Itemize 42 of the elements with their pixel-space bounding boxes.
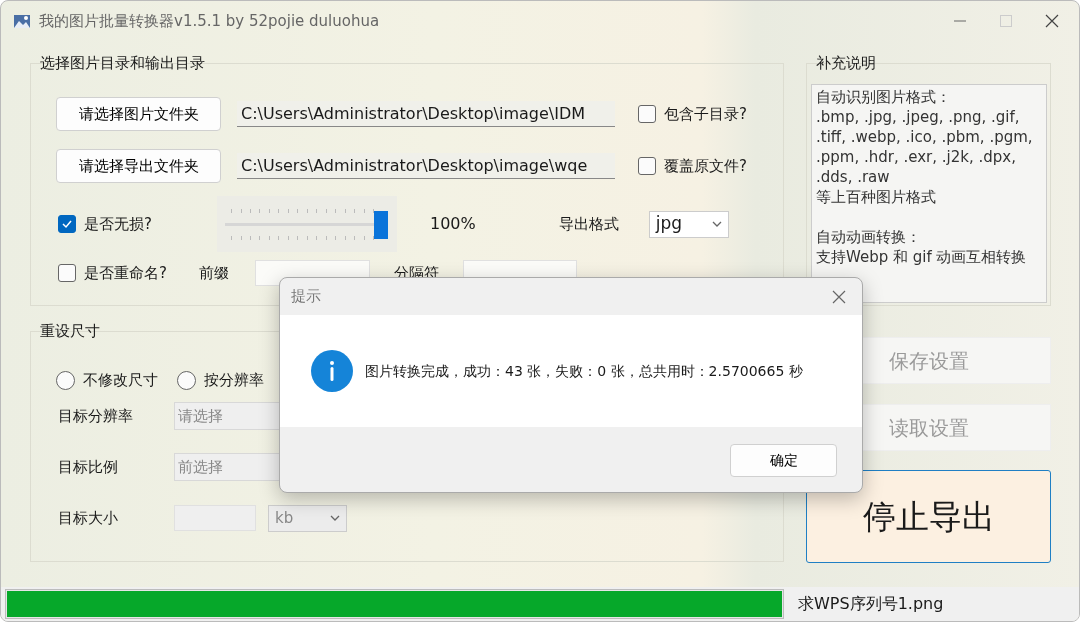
action-button[interactable]: 停止导出 xyxy=(806,470,1051,563)
notes-text: 自动识别图片格式： .bmp, .jpg, .jpeg, .png, .gif, .tiff, .webp, .ico, .pbm, .pgm, .ppm, .hdr, .exr, .j2k, .dpx, .dds, .raw 等上百种图片格式 自动动画转换： 支持Webp 和 gif 动画互相转换 xyxy=(811,84,1047,303)
check-icon xyxy=(61,218,73,230)
radio-label: 不修改尺寸 xyxy=(83,369,158,391)
quality-reading: 100% xyxy=(429,213,476,235)
checkbox-label: 是否重命名? xyxy=(84,262,167,284)
chevron-icon xyxy=(330,515,340,521)
field-label: 目标大小 xyxy=(58,507,119,529)
prefix-label: 前缀 xyxy=(198,262,229,284)
quality-slider[interactable] xyxy=(216,196,397,252)
window-title: 我的图片批量转换器v1.5.1 by 52pojie duluohua xyxy=(39,10,380,32)
group-title: 重设尺寸 xyxy=(39,322,101,340)
checkbox[interactable] xyxy=(58,215,76,233)
field-label: 目标比例 xyxy=(58,456,119,478)
path-field[interactable]: C:\Users\Administrator\Desktop\image\IDM xyxy=(237,101,615,127)
path-field[interactable]: C:\Users\Administrator\Desktop\image\wqe xyxy=(237,153,615,179)
chevron-icon xyxy=(711,221,722,227)
checkbox-label: 是否无损? xyxy=(84,213,152,235)
ok-button[interactable]: 确定 xyxy=(730,443,837,477)
dialog-title: 提示 xyxy=(291,286,321,308)
checkbox-label: 包含子目录? xyxy=(664,103,747,125)
radio-button[interactable] xyxy=(56,370,75,390)
checkbox[interactable] xyxy=(58,264,76,282)
radio-label: 按分辨率 xyxy=(204,369,264,391)
radio-button[interactable] xyxy=(177,370,196,390)
close-icon[interactable] xyxy=(832,289,846,304)
checkbox[interactable] xyxy=(638,157,656,175)
checkbox-label: 覆盖原文件? xyxy=(664,155,747,177)
folder-button[interactable]: 请选择图片文件夹 xyxy=(56,97,221,131)
slider-thumb[interactable] xyxy=(373,211,388,239)
group-title: 选择图片目录和输出目录 xyxy=(39,54,206,72)
app-icon xyxy=(13,12,31,30)
status-filename: 求WPS序列号1.png xyxy=(798,593,944,615)
checkbox[interactable] xyxy=(638,105,656,123)
close-icon[interactable] xyxy=(1045,14,1059,28)
format-select[interactable]: jpg xyxy=(648,210,729,238)
info-icon xyxy=(311,350,353,392)
folder-button[interactable]: 请选择导出文件夹 xyxy=(56,149,221,183)
format-label: 导出格式 xyxy=(558,213,619,235)
dialog-message: 图片转换完成，成功：43 张，失败：0 张，总共用时：2.5700665 秒 xyxy=(365,361,803,381)
group-title: 补充说明 xyxy=(815,54,877,72)
field-label: 目标分辨率 xyxy=(58,405,134,427)
